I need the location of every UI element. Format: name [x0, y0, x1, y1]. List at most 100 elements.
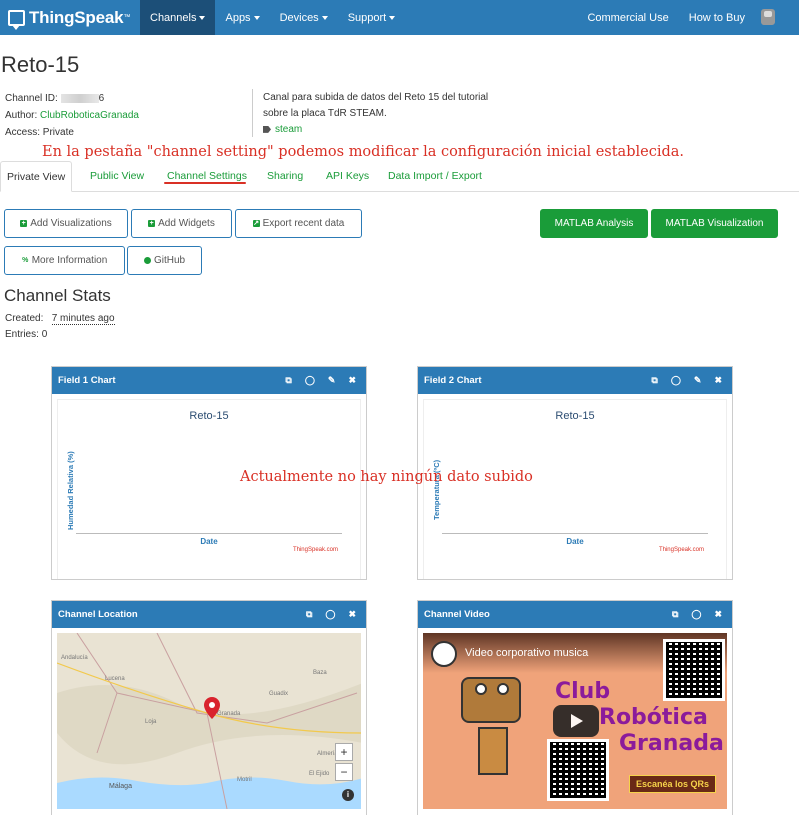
info-icon[interactable]: i: [342, 789, 354, 801]
external-link-icon[interactable]: ⧉: [285, 375, 291, 386]
robot-body-image: [478, 727, 508, 775]
author-link[interactable]: ClubRoboticaGranada: [40, 110, 139, 121]
widget-title: Channel Location: [58, 609, 138, 620]
tab-channel-settings[interactable]: Channel Settings: [167, 161, 247, 192]
top-navbar: ThingSpeak ™ Channels Apps Devices Suppor…: [0, 0, 799, 35]
widget-title: Field 2 Chart: [424, 375, 482, 386]
nav-support[interactable]: Support: [338, 0, 406, 35]
pencil-icon[interactable]: ✎: [694, 375, 702, 386]
map-pin-icon[interactable]: [204, 697, 220, 719]
widget-header: Field 1 Chart ⧉ ◯ ✎ ✖: [52, 367, 366, 394]
channel-description: Canal para subida de datos del Reto 15 d…: [263, 90, 503, 138]
more-information-button[interactable]: % More Information: [4, 246, 125, 275]
entries-value: 0: [41, 329, 48, 340]
user-avatar-icon[interactable]: [761, 9, 775, 25]
close-icon[interactable]: ✖: [348, 375, 356, 386]
tab-api-keys[interactable]: API Keys: [326, 161, 369, 192]
map-label: Lucena: [105, 676, 125, 682]
channel-avatar-icon: [431, 641, 457, 667]
nav-apps[interactable]: Apps: [215, 0, 269, 35]
created-value: 7 minutes ago: [51, 313, 115, 325]
video-overlay-line: Robótica: [599, 705, 708, 730]
channel-location-widget: Channel Location ⧉ ◯ ✖ Andalucía Lucena …: [51, 600, 367, 815]
play-button[interactable]: [553, 705, 599, 737]
chevron-down-icon: [253, 15, 260, 20]
widget-header: Channel Location ⧉ ◯ ✖: [52, 601, 366, 628]
page-title: Reto-15: [1, 52, 80, 77]
channel-id-row: Channel ID: 6: [5, 90, 139, 107]
map-label: Baza: [313, 670, 327, 676]
zoom-out-button[interactable]: −: [335, 763, 353, 781]
add-visualizations-label: Add Visualizations: [30, 218, 112, 229]
add-widgets-button[interactable]: + Add Widgets: [131, 209, 232, 238]
github-label: GitHub: [153, 255, 186, 266]
map-label: Loja: [145, 719, 157, 725]
tag-row: steam: [263, 122, 503, 138]
comment-icon[interactable]: ◯: [305, 375, 315, 386]
location-map[interactable]: Andalucía Lucena Loja Granada Guadix Baz…: [57, 633, 361, 809]
chart-title: Reto-15: [555, 410, 595, 422]
nav-devices[interactable]: Devices: [270, 0, 338, 35]
map-label: Motril: [237, 777, 252, 783]
chart-credit[interactable]: ThingSpeak.com: [293, 547, 338, 553]
access-value: Private: [42, 127, 74, 138]
x-axis-line: [76, 533, 342, 534]
map-label: Guadix: [269, 691, 289, 697]
zoom-in-button[interactable]: +: [335, 743, 353, 761]
nav-channels-label: Channels: [150, 11, 197, 24]
comment-icon[interactable]: ◯: [325, 609, 335, 620]
github-button[interactable]: GitHub: [127, 246, 202, 275]
nav-how-to-buy[interactable]: How to Buy: [679, 0, 755, 35]
author-row: Author: ClubRoboticaGranada: [5, 107, 139, 124]
comment-icon[interactable]: ◯: [671, 375, 681, 386]
channel-id-value: 6: [98, 93, 105, 104]
video-title[interactable]: Video corporativo musica: [465, 647, 588, 659]
nav-commercial-use[interactable]: Commercial Use: [577, 0, 678, 35]
external-link-icon[interactable]: ⧉: [306, 609, 312, 620]
export-recent-label: Export recent data: [262, 218, 345, 229]
brand-name: ThingSpeak: [29, 7, 124, 27]
map-label: El Ejido: [309, 771, 330, 777]
channel-meta: Channel ID: 6 Author: ClubRoboticaGranad…: [5, 90, 139, 141]
robot-eye-icon: [475, 683, 487, 695]
nav-devices-label: Devices: [279, 11, 319, 24]
chart-title: Reto-15: [189, 410, 229, 422]
pencil-icon[interactable]: ✎: [328, 375, 336, 386]
close-icon[interactable]: ✖: [714, 375, 722, 386]
close-icon[interactable]: ✖: [348, 609, 356, 620]
export-recent-data-button[interactable]: ↗ Export recent data: [235, 209, 362, 238]
x-axis-line: [442, 533, 708, 534]
video-player[interactable]: Video corporativo musica Club Robótica G…: [423, 633, 727, 809]
external-link-icon[interactable]: ⧉: [672, 609, 678, 620]
matlab-analysis-button[interactable]: MATLAB Analysis: [540, 209, 648, 238]
nav-support-label: Support: [347, 11, 387, 24]
external-link-icon[interactable]: ⧉: [651, 375, 657, 386]
chart-credit[interactable]: ThingSpeak.com: [659, 547, 704, 553]
widget-actions: ⧉ ◯ ✎ ✖: [272, 375, 356, 386]
annotation-channel-settings: En la pestaña "channel setting" podemos …: [42, 144, 685, 160]
tag-link-steam[interactable]: steam: [275, 124, 302, 135]
plus-icon: +: [20, 220, 28, 227]
qr-code-image: [663, 639, 725, 701]
add-visualizations-button[interactable]: + Add Visualizations: [4, 209, 128, 238]
tab-data-import-export[interactable]: Data Import / Export: [388, 161, 482, 192]
comment-icon[interactable]: ◯: [691, 609, 701, 620]
matlab-visualization-button[interactable]: MATLAB Visualization: [651, 209, 778, 238]
video-overlay-line: Granada: [619, 731, 724, 756]
tab-sharing[interactable]: Sharing: [267, 161, 303, 192]
scan-qr-banner: Escanéa los QRs: [629, 775, 717, 793]
brand-trademark: ™: [123, 14, 131, 21]
close-icon[interactable]: ✖: [714, 609, 722, 620]
map-label: Andalucía: [61, 655, 88, 661]
map-terrain: [57, 633, 361, 809]
widget-actions: ⧉ ◯ ✖: [659, 609, 722, 620]
annotation-underline: [164, 182, 246, 184]
channel-id-label: Channel ID:: [5, 93, 58, 104]
brand[interactable]: ThingSpeak ™: [0, 0, 140, 35]
x-axis-label: Date: [200, 537, 218, 546]
map-label: Málaga: [109, 783, 132, 790]
tab-private-view[interactable]: Private View: [0, 161, 73, 192]
tab-public-view[interactable]: Public View: [90, 161, 144, 192]
nav-channels[interactable]: Channels: [140, 0, 216, 35]
channel-video-widget: Channel Video ⧉ ◯ ✖ Video corporativo mu…: [417, 600, 733, 815]
